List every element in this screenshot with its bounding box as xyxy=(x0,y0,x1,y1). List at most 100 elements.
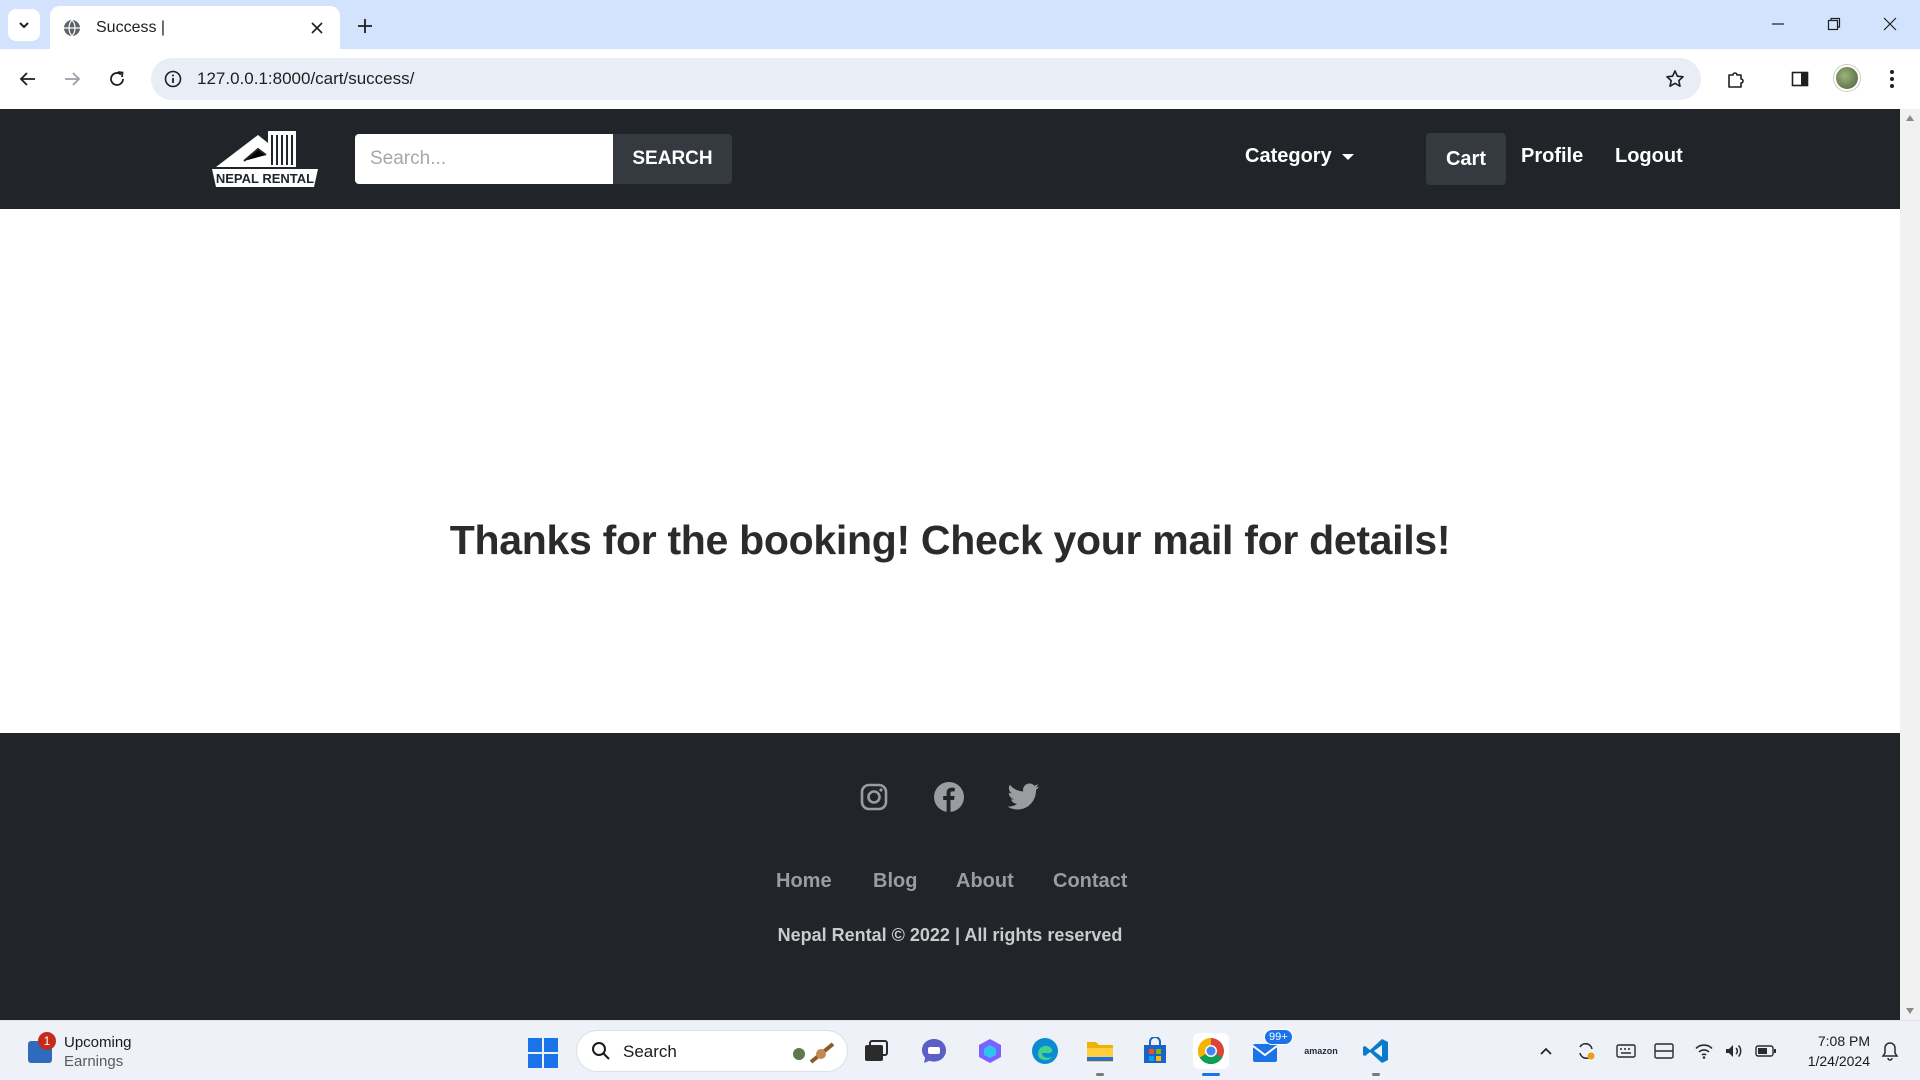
windows-start-button[interactable] xyxy=(528,1038,558,1068)
sync-tray-icon[interactable] xyxy=(1574,1039,1598,1063)
scroll-up-arrow-icon[interactable] xyxy=(1906,115,1914,121)
task-view-icon xyxy=(865,1040,888,1061)
battery-icon[interactable] xyxy=(1754,1039,1778,1063)
vscode-button[interactable] xyxy=(1358,1033,1394,1076)
start-tile xyxy=(544,1038,558,1052)
amazon-app-button[interactable]: amazon xyxy=(1303,1033,1339,1069)
minimize-button[interactable] xyxy=(1750,6,1806,42)
url-text[interactable]: 127.0.0.1:8000/cart/success/ xyxy=(197,69,414,89)
site-footer: Home Blog About Contact Nepal Rental © 2… xyxy=(0,733,1900,1020)
copilot-icon xyxy=(979,1039,1001,1063)
microsoft-store-button[interactable] xyxy=(1137,1033,1173,1069)
caret-down-icon xyxy=(1341,153,1354,160)
twitter-icon[interactable] xyxy=(1007,780,1041,814)
notifications-button[interactable] xyxy=(1878,1039,1902,1063)
widgets-button[interactable]: 1 Upcoming Earnings xyxy=(24,1031,224,1073)
display-tray-icon[interactable] xyxy=(1652,1039,1676,1063)
browser-tab-active[interactable]: Success | xyxy=(50,6,340,49)
puzzle-icon xyxy=(1728,72,1744,88)
volume-icon[interactable] xyxy=(1722,1039,1746,1063)
footer-link-contact[interactable]: Contact xyxy=(1053,870,1127,893)
copilot-button[interactable] xyxy=(972,1033,1008,1069)
widget-title: Upcoming xyxy=(64,1034,132,1051)
restore-icon xyxy=(1827,17,1841,31)
category-dropdown[interactable]: Category xyxy=(1245,145,1354,168)
instagram-icon[interactable] xyxy=(857,780,891,814)
arrow-left-icon xyxy=(19,72,35,86)
taskbar-search-label: Search xyxy=(623,1042,677,1061)
extensions-button[interactable] xyxy=(1718,61,1754,97)
forward-button[interactable] xyxy=(54,61,90,97)
site-info-icon[interactable] xyxy=(161,67,185,91)
chrome-browser-button[interactable] xyxy=(1193,1033,1229,1076)
address-bar[interactable]: 127.0.0.1:8000/cart/success/ xyxy=(151,58,1701,100)
back-button[interactable] xyxy=(10,61,46,97)
file-explorer-button[interactable] xyxy=(1082,1033,1118,1076)
folder-icon xyxy=(1087,1042,1113,1062)
edge-icon xyxy=(1032,1038,1058,1064)
chrome-icon xyxy=(1197,1037,1224,1065)
svg-text:NEPAL RENTAL: NEPAL RENTAL xyxy=(216,171,314,186)
new-tab-button[interactable] xyxy=(350,11,380,41)
active-window-indicator xyxy=(1202,1073,1220,1076)
bookmark-star-icon[interactable] xyxy=(1663,67,1687,91)
nav-logout-link[interactable]: Logout xyxy=(1615,145,1683,168)
facebook-icon[interactable] xyxy=(932,780,966,814)
search-icon xyxy=(592,1042,610,1060)
arrow-right-icon xyxy=(65,72,81,86)
nav-cart-link[interactable]: Cart xyxy=(1426,133,1506,185)
profile-avatar[interactable] xyxy=(1834,65,1860,91)
tab-search-button[interactable] xyxy=(8,9,40,41)
bell-icon xyxy=(1881,1042,1899,1061)
system-clock[interactable]: 7:08 PM 1/24/2024 xyxy=(1790,1031,1870,1071)
more-vertical-icon xyxy=(1890,70,1894,88)
footer-link-about[interactable]: About xyxy=(956,870,1014,893)
edge-browser-button[interactable] xyxy=(1027,1033,1063,1069)
restore-button[interactable] xyxy=(1806,6,1862,42)
close-icon xyxy=(1883,17,1897,31)
browser-toolbar: 127.0.0.1:8000/cart/success/ xyxy=(0,49,1920,109)
close-window-button[interactable] xyxy=(1862,6,1918,42)
clock-date: 1/24/2024 xyxy=(1807,1053,1870,1069)
keyboard-tray-icon[interactable] xyxy=(1614,1039,1638,1063)
teams-chat-button[interactable] xyxy=(916,1033,952,1069)
close-tab-icon[interactable] xyxy=(306,17,328,39)
chat-icon xyxy=(922,1039,946,1063)
chevron-up-icon xyxy=(1540,1047,1552,1055)
start-tile xyxy=(528,1038,542,1052)
widget-subtitle: Earnings xyxy=(64,1053,124,1070)
start-tile xyxy=(544,1054,558,1068)
reload-button[interactable] xyxy=(99,61,135,97)
nav-profile-link[interactable]: Profile xyxy=(1521,145,1583,168)
nepal-rental-logo[interactable]: NEPAL RENTAL xyxy=(210,127,320,191)
scroll-down-arrow-icon[interactable] xyxy=(1906,1008,1914,1014)
footer-link-blog[interactable]: Blog xyxy=(873,870,917,893)
search-button[interactable]: SEARCH xyxy=(613,134,732,184)
browser-menu-button[interactable] xyxy=(1874,61,1910,97)
site-navbar: NEPAL RENTAL SEARCH Category Cart Profil… xyxy=(0,109,1900,209)
tab-title: Success | xyxy=(96,18,166,36)
windows-taskbar: 1 Upcoming Earnings Search 99+ amazon 7:… xyxy=(0,1020,1920,1080)
chevron-down-icon xyxy=(19,22,29,29)
task-view-button[interactable] xyxy=(858,1033,894,1069)
taskbar-search-box[interactable]: Search xyxy=(576,1030,848,1072)
search-input[interactable] xyxy=(355,134,613,184)
mail-button[interactable]: 99+ xyxy=(1248,1029,1293,1069)
wifi-icon[interactable] xyxy=(1692,1039,1716,1063)
show-hidden-icons-button[interactable] xyxy=(1534,1039,1558,1063)
booking-success-message: Thanks for the booking! Check your mail … xyxy=(449,517,1451,563)
running-indicator xyxy=(1096,1073,1104,1076)
side-panel-button[interactable] xyxy=(1782,61,1818,97)
clock-time: 7:08 PM xyxy=(1817,1033,1870,1049)
start-tile xyxy=(528,1054,542,1068)
reload-icon xyxy=(110,71,124,86)
globe-icon xyxy=(62,18,82,38)
vscode-icon xyxy=(1363,1039,1388,1063)
footer-copyright: Nepal Rental © 2022 | All rights reserve… xyxy=(777,925,1123,945)
page-scrollbar[interactable] xyxy=(1900,109,1920,1020)
footer-link-home[interactable]: Home xyxy=(776,870,832,893)
running-indicator xyxy=(1372,1073,1380,1076)
side-panel-icon xyxy=(1791,71,1809,87)
store-icon xyxy=(1144,1037,1166,1063)
search-highlight-art-icon xyxy=(793,1042,835,1064)
